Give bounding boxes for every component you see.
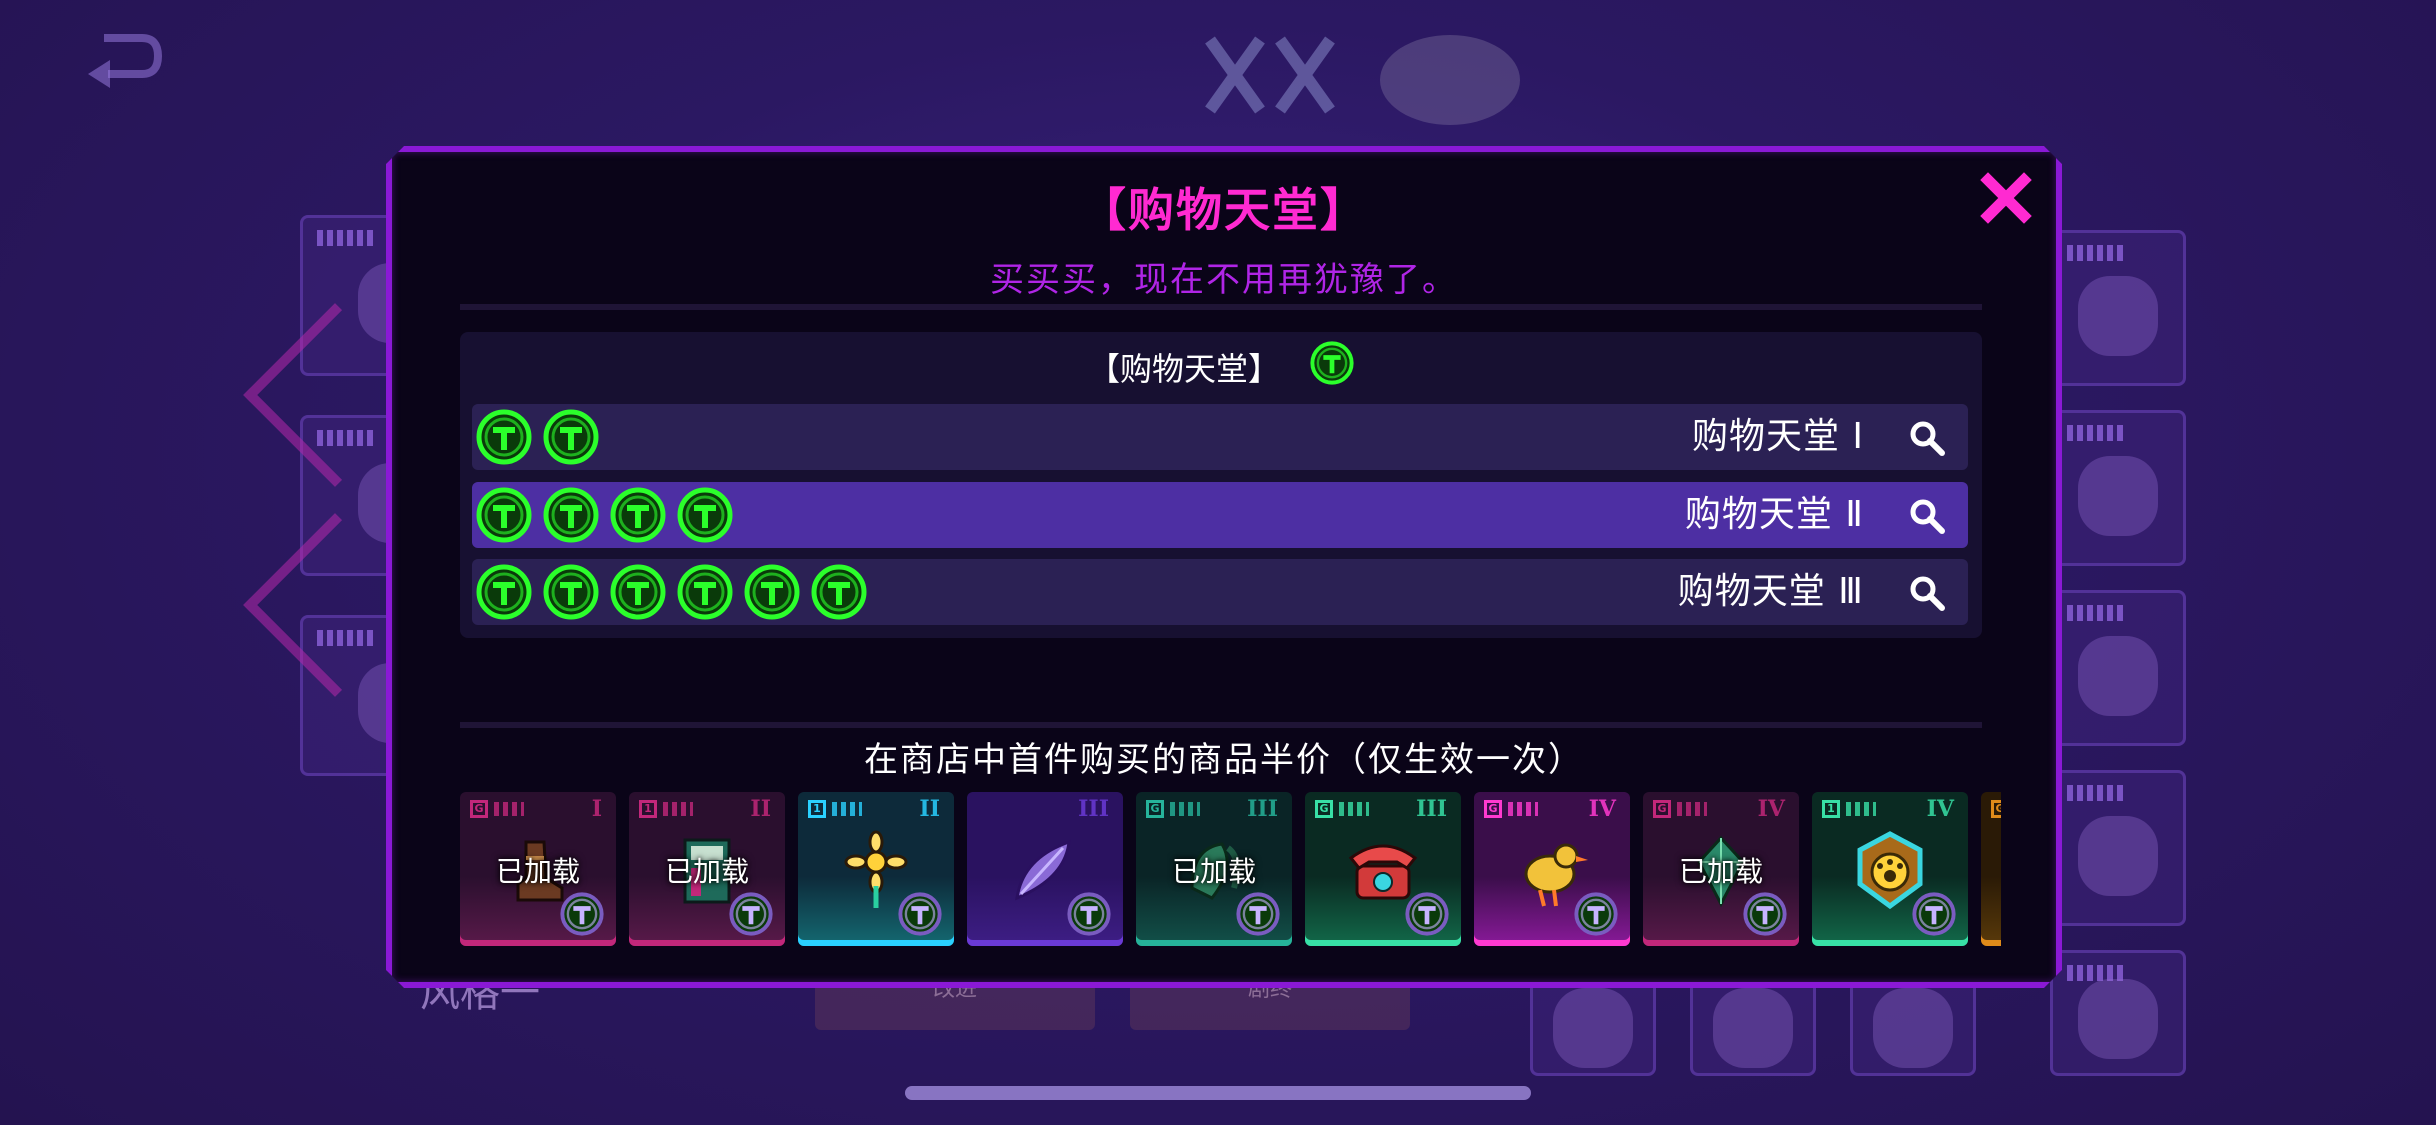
token-icon	[1067, 892, 1111, 936]
item-tier: IV	[1757, 796, 1785, 822]
item-tier: III	[1078, 796, 1109, 822]
bg-card	[2050, 770, 2186, 926]
token-icon	[543, 487, 599, 543]
tier-panel: 【购物天堂】 购物天堂 Ⅰ 购物天堂 Ⅱ 购物天堂 Ⅲ	[460, 332, 1982, 638]
shop-item-card[interactable]: 1 II 已加载	[629, 792, 785, 946]
token-icon	[543, 409, 599, 465]
item-slot-dots	[1508, 802, 1538, 816]
back-icon[interactable]	[84, 30, 164, 90]
token-icon	[610, 487, 666, 543]
shop-item-card[interactable]: G IV 已加载	[1643, 792, 1799, 946]
loaded-label: 已加载	[664, 855, 749, 888]
item-tier: II	[919, 796, 940, 822]
token-icon	[1405, 892, 1449, 936]
tier-header: 【购物天堂】	[460, 342, 1982, 392]
dialog-title: 【购物天堂】	[1080, 183, 1368, 237]
loaded-label: 已加载	[495, 855, 580, 888]
shop-item-card[interactable]: 1 IV	[1812, 792, 1968, 946]
item-type-tag: G	[1146, 800, 1164, 818]
token-icon	[476, 564, 532, 620]
tier-label: 购物天堂 Ⅰ	[1691, 416, 1864, 457]
item-tier: IV	[1926, 796, 1954, 822]
item-slot-dots	[1339, 802, 1369, 816]
token-icon	[476, 487, 532, 543]
shop-item-card[interactable]: G	[1981, 792, 2001, 946]
item-tier: III	[1416, 796, 1447, 822]
shop-item-card[interactable]: G I 已加载	[460, 792, 616, 946]
home-indicator[interactable]	[905, 1086, 1531, 1100]
token-cost	[472, 487, 733, 543]
token-icon	[1912, 892, 1956, 936]
tier-label: 购物天堂 Ⅲ	[1677, 571, 1864, 612]
game-screen: 风格一 改进 剧终 【购物天堂】 买买买，现在不用再犹豫了。 【购物天堂】 购物…	[0, 0, 2436, 1125]
tier-label: 购物天堂 Ⅱ	[1684, 494, 1864, 535]
tier-row-1[interactable]: 购物天堂 Ⅰ	[472, 404, 1968, 470]
loaded-label: 已加载	[1678, 855, 1763, 888]
item-slot-dots	[494, 802, 524, 816]
item-type-tag: G	[1991, 800, 2001, 818]
item-tier: I	[591, 796, 602, 822]
item-slot-dots	[663, 802, 693, 816]
item-type-tag: G	[1315, 800, 1333, 818]
bg-card	[2050, 590, 2186, 746]
token-icon	[677, 564, 733, 620]
item-slot-dots	[1846, 802, 1876, 816]
divider	[460, 722, 1982, 728]
bg-card	[2050, 230, 2186, 386]
search-icon[interactable]	[1908, 497, 1946, 535]
divider	[460, 304, 1982, 310]
item-type-tag: G	[470, 800, 488, 818]
tier-header-label: 【购物天堂】	[1087, 350, 1280, 388]
token-icon	[729, 892, 773, 936]
token-icon	[543, 564, 599, 620]
item-tier: III	[1247, 796, 1278, 822]
game-logo	[1190, 20, 1550, 130]
bg-card	[2050, 950, 2186, 1076]
search-icon[interactable]	[1908, 419, 1946, 457]
token-icon	[476, 409, 532, 465]
token-cost	[472, 409, 599, 465]
close-icon[interactable]	[1978, 170, 2034, 226]
token-icon	[1310, 341, 1354, 393]
item-slot-dots	[1677, 802, 1707, 816]
item-type-tag: 1	[639, 800, 657, 818]
token-icon	[677, 487, 733, 543]
item-slot-dots	[1170, 802, 1200, 816]
token-cost	[472, 564, 867, 620]
item-type-tag: 1	[1822, 800, 1840, 818]
item-tier: IV	[1588, 796, 1616, 822]
token-icon	[811, 564, 867, 620]
perk-detail-dialog: 【购物天堂】 买买买，现在不用再犹豫了。 【购物天堂】 购物天堂 Ⅰ 购物天堂 …	[386, 146, 2062, 988]
loaded-label: 已加载	[1171, 855, 1256, 888]
token-icon	[744, 564, 800, 620]
shop-item-card[interactable]: III	[967, 792, 1123, 946]
tier-row-2[interactable]: 购物天堂 Ⅱ	[472, 482, 1968, 548]
dialog-subtitle: 买买买，现在不用再犹豫了。	[990, 260, 1458, 300]
token-icon	[1743, 892, 1787, 936]
bg-card	[2050, 410, 2186, 566]
item-type-tag: 1	[808, 800, 826, 818]
item-carousel[interactable]: G I 已加载 1 II 已加载 1 II III G III 已加载 G III G IV G I…	[460, 792, 2001, 950]
token-icon	[610, 564, 666, 620]
token-icon	[1574, 892, 1618, 936]
shop-item-card[interactable]: 1 II	[798, 792, 954, 946]
shop-item-card[interactable]: G IV	[1474, 792, 1630, 946]
search-icon[interactable]	[1908, 574, 1946, 612]
item-tier: II	[750, 796, 771, 822]
shop-item-card[interactable]: G III 已加载	[1136, 792, 1292, 946]
shop-item-card[interactable]: G III	[1305, 792, 1461, 946]
token-icon	[1236, 892, 1280, 936]
token-icon	[898, 892, 942, 936]
item-type-tag: G	[1653, 800, 1671, 818]
effect-description: 在商店中首件购买的商品半价（仅生效一次）	[864, 740, 1584, 780]
item-type-tag: G	[1484, 800, 1502, 818]
token-icon	[560, 892, 604, 936]
tier-row-3[interactable]: 购物天堂 Ⅲ	[472, 559, 1968, 625]
item-slot-dots	[832, 802, 862, 816]
